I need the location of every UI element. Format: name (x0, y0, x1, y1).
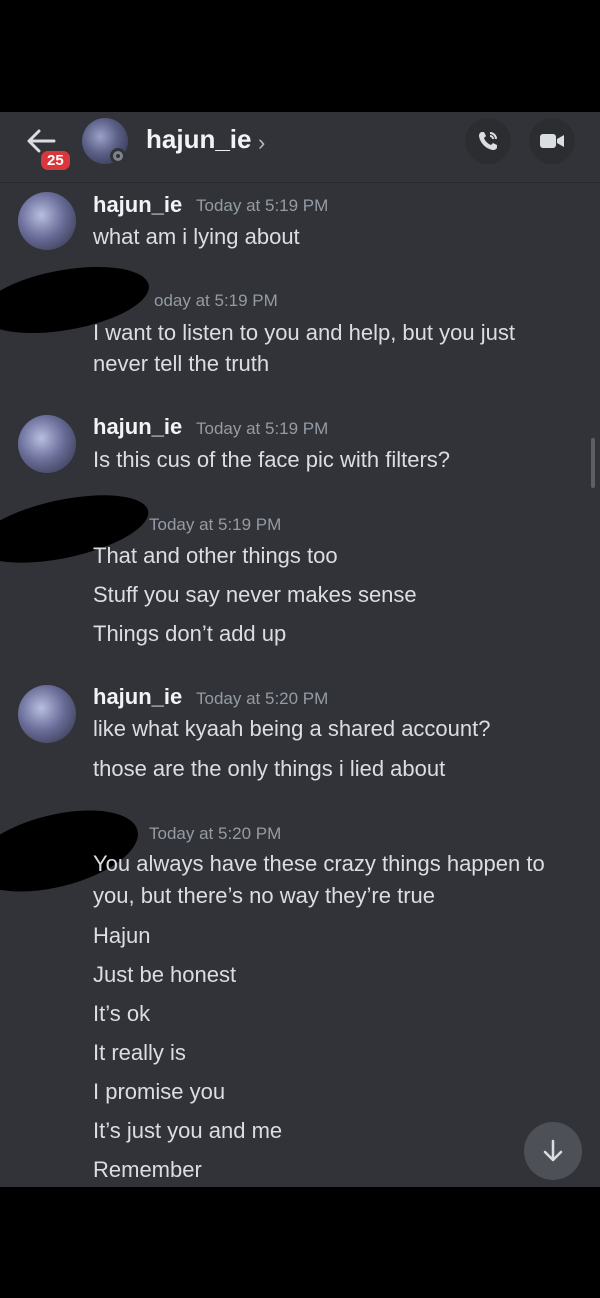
chat-header: 25 hajun_ie › (0, 112, 600, 183)
message-text: That and other things too (93, 543, 338, 568)
message-text: Just be honest (93, 962, 237, 987)
message-author[interactable]: hajun_ie (93, 684, 182, 710)
chevron-right-icon[interactable]: › (258, 130, 265, 156)
offline-status-icon (110, 148, 126, 164)
message-timestamp: Today at 5:19 PM (196, 196, 329, 215)
message-timestamp: Today at 5:20 PM (196, 689, 329, 708)
chat-screen: 25 hajun_ie › hajun_ie Today at 5:19 PM … (0, 112, 600, 1187)
message-text: Things don’t add up (93, 621, 287, 646)
message-text: those are the only things i lied about (93, 756, 446, 781)
arrow-down-icon (543, 1139, 563, 1162)
message-text: Remember (93, 1157, 202, 1182)
message-text: It’s just you and me (93, 1118, 283, 1143)
message-text: It really is (93, 1040, 186, 1065)
message-text: you, but there’s no way they’re true (93, 883, 436, 908)
jump-to-present-button[interactable] (524, 1122, 582, 1180)
avatar[interactable] (18, 192, 76, 250)
video-call-button[interactable] (529, 118, 575, 164)
avatar[interactable] (18, 685, 76, 743)
channel-title[interactable]: hajun_ie (146, 124, 251, 155)
message-text: Is this cus of the face pic with filters… (93, 447, 451, 472)
message-text: It’s ok (93, 1001, 151, 1026)
message-text: what am i lying about (93, 224, 300, 249)
message-text: like what kyaah being a shared account? (93, 716, 491, 741)
unread-badge: 25 (38, 148, 73, 173)
message-text: You always have these crazy things happe… (93, 851, 545, 876)
message-timestamp: Today at 5:20 PM (149, 824, 282, 843)
avatar[interactable] (18, 415, 76, 473)
message-text: never tell the truth (93, 351, 270, 376)
phone-icon (479, 132, 497, 150)
video-camera-icon (540, 134, 564, 148)
message-text: Stuff you say never makes sense (93, 582, 417, 607)
voice-call-button[interactable] (465, 118, 511, 164)
message-timestamp: Today at 5:19 PM (149, 515, 282, 534)
message-text: I want to listen to you and help, but yo… (93, 320, 515, 345)
message-text: I promise you (93, 1079, 226, 1104)
message-timestamp: Today at 5:19 PM (196, 419, 329, 438)
message-author[interactable]: hajun_ie (93, 192, 182, 218)
scrollbar[interactable] (591, 438, 595, 488)
message-timestamp: oday at 5:19 PM (154, 291, 278, 310)
message-text: Hajun (93, 923, 151, 948)
message-author[interactable]: hajun_ie (93, 414, 182, 440)
